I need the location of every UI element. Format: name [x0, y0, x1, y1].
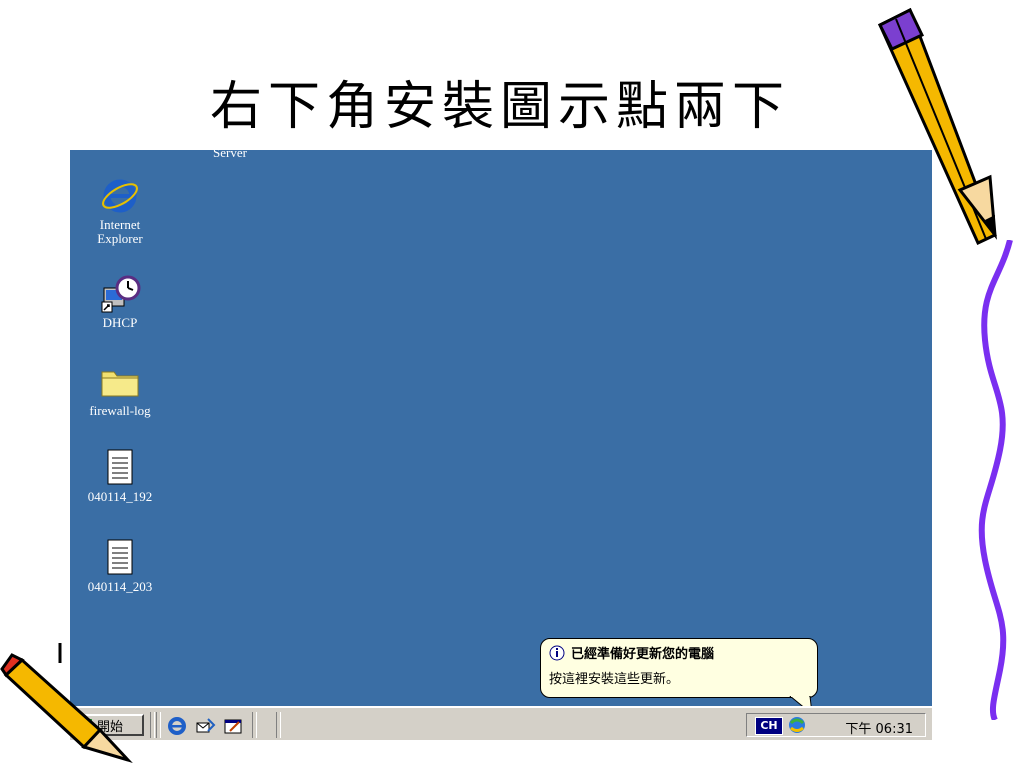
update-notification-balloon[interactable]: 已經準備好更新您的電腦 按這裡安裝這些更新。 — [540, 638, 818, 698]
icon-label: DHCP — [102, 315, 138, 330]
clock[interactable]: 下午 06:31 — [845, 718, 913, 737]
desktop-icon-firewall-log[interactable]: firewall-log — [70, 362, 170, 418]
dhcp-shortcut-icon — [101, 275, 141, 313]
icon-label: Explorer — [97, 231, 143, 246]
icon-label: firewall-log — [89, 403, 151, 418]
taskbar-separator — [150, 712, 155, 738]
icon-label: 040114_203 — [87, 579, 153, 594]
partial-label-text: Server — [213, 150, 247, 160]
slide-title: 右下角安裝圖示點兩下 — [209, 77, 790, 137]
taskbar-separator — [252, 712, 257, 738]
balloon-message[interactable]: 按這裡安裝這些更新。 — [549, 668, 809, 687]
taskbar: 開始 CH 下午 06:31 — [70, 706, 932, 740]
ie-icon — [102, 179, 138, 213]
show-desktop-icon[interactable] — [222, 715, 244, 737]
text-document-icon — [107, 539, 133, 575]
pencil-decoration-icon — [0, 643, 133, 763]
taskbar-separator — [276, 712, 281, 738]
desktop-icon-040114-192[interactable]: 040114_192 — [70, 448, 170, 504]
windows-update-icon[interactable] — [787, 715, 807, 735]
folder-icon — [101, 371, 139, 397]
ie-icon[interactable] — [166, 715, 188, 737]
icon-label: 040114_192 — [87, 489, 153, 504]
system-tray: CH 下午 06:31 — [746, 713, 926, 737]
ime-indicator[interactable]: CH — [755, 717, 783, 735]
balloon-title: 已經準備好更新您的電腦 — [571, 647, 715, 662]
taskbar-separator — [156, 712, 161, 738]
outlook-express-icon[interactable] — [194, 715, 216, 737]
text-document-icon — [107, 449, 133, 485]
desktop-icon-040114-203[interactable]: 040114_203 — [70, 538, 170, 594]
icon-label: Internet — [99, 217, 141, 232]
info-icon — [549, 645, 565, 660]
desktop-icon-dhcp[interactable]: DHCP — [70, 274, 170, 330]
desktop-label-partial: Server — [180, 150, 280, 160]
desktop-screen: Server Internet Explorer DHCP firewall-l — [70, 150, 932, 740]
desktop-icon-internet-explorer[interactable]: Internet Explorer — [70, 176, 170, 246]
wavy-line-decoration-icon — [978, 240, 1013, 720]
